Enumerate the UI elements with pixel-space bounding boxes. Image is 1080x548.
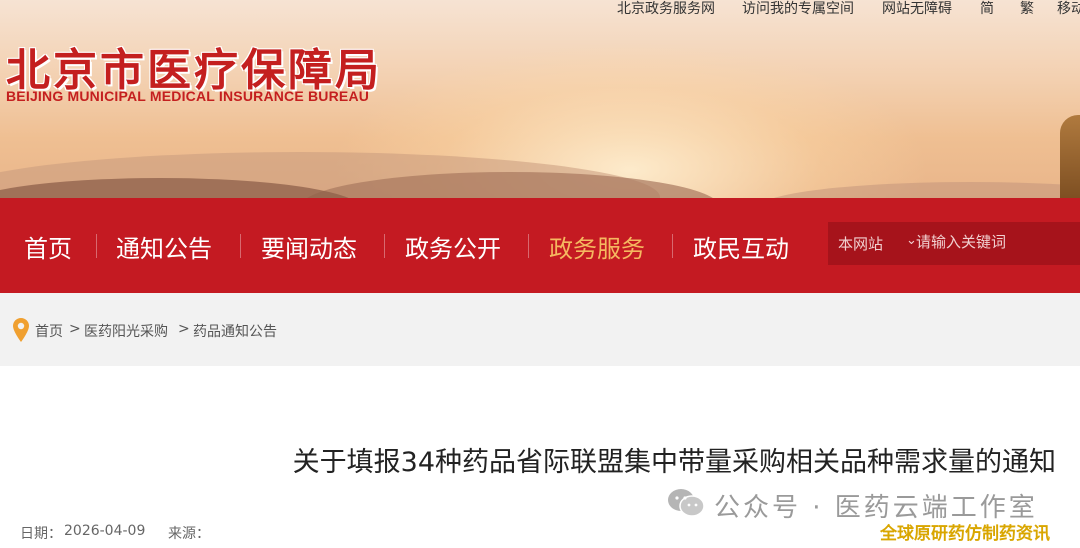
watermark-tag: 全球原研药仿制药资讯 [880,524,1050,544]
toplink-simplified[interactable]: 简 [980,0,994,18]
toplink-accessibility[interactable]: 网站无障碍 [882,0,952,18]
breadcrumb-separator: > [69,321,81,337]
main-nav: 首页 通知公告 要闻动态 政务公开 政务服务 政民互动 本网站 ⌄ [0,198,1080,293]
nav-item-home[interactable]: 首页 [24,229,72,264]
breadcrumb-home[interactable]: 首页 [35,321,63,341]
nav-divider [240,234,241,258]
nav-divider [384,234,385,258]
toplink-mobile[interactable]: 移动 [1057,0,1080,18]
nav-item-interaction[interactable]: 政民互动 [693,229,789,264]
nav-item-notices[interactable]: 通知公告 [116,229,212,264]
breadcrumb: 首页 > 医药阳光采购 > 药品通知公告 [0,293,1080,366]
search-box: 本网站 ⌄ [828,222,1080,265]
breadcrumb-drug-notices[interactable]: 药品通知公告 [193,321,277,341]
toplink-traditional[interactable]: 繁 [1020,0,1034,18]
nav-divider [528,234,529,258]
location-pin-icon [13,318,29,342]
breadcrumb-separator: > [178,321,190,337]
banner-statue [1060,115,1080,198]
nav-item-gov-affairs[interactable]: 政务公开 [405,229,501,264]
toplink-personal-space[interactable]: 访问我的专属空间 [742,0,854,18]
toplink-beijing-gov-service[interactable]: 北京政务服务网 [617,0,715,18]
nav-divider [672,234,673,258]
nav-divider [96,234,97,258]
site-logo-english: BEIJING MUNICIPAL MEDICAL INSURANCE BURE… [6,88,370,104]
search-scope-select[interactable]: 本网站 [838,233,883,254]
breadcrumb-procurement[interactable]: 医药阳光采购 [84,321,168,341]
date-label: 日期： [20,526,62,542]
top-links: 北京政务服务网 访问我的专属空间 网站无障碍 简 繁 移动 [0,0,1080,20]
publish-date: 2026-04-09 [64,523,146,539]
article-title: 关于填报34种药品省际联盟集中带量采购相关品种需求量的通知 [292,447,1056,478]
wechat-icon [668,489,705,517]
nav-item-news[interactable]: 要闻动态 [261,229,357,264]
header-banner: 北京市医疗保障局 BEIJING MUNICIPAL MEDICAL INSUR… [0,0,1080,198]
source-label: 来源： [168,526,210,542]
search-input[interactable] [916,228,1076,256]
nav-item-gov-services[interactable]: 政务服务 [549,229,645,264]
